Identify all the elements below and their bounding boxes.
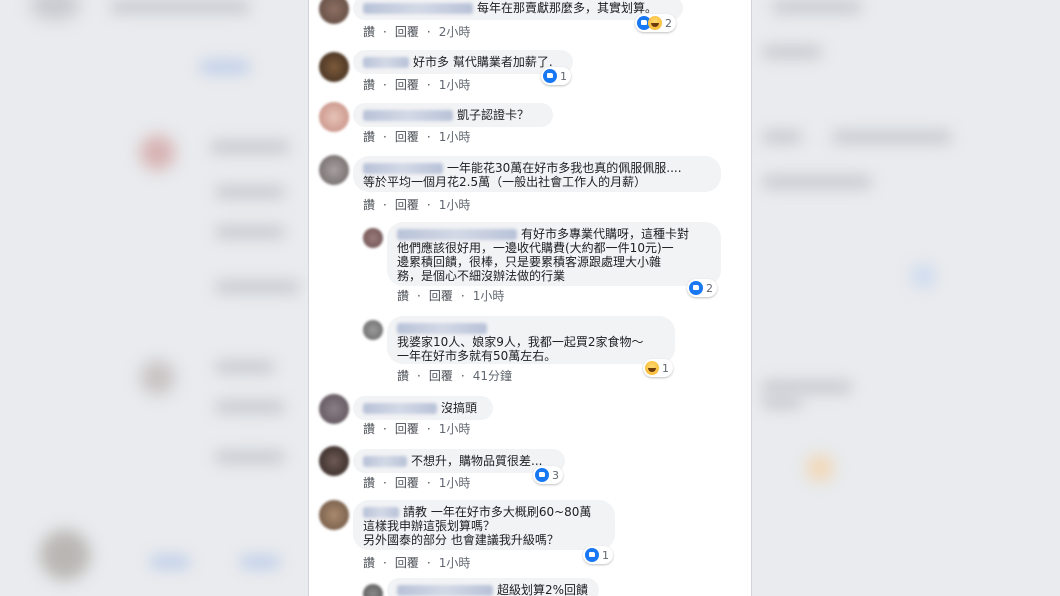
like-icon: [543, 69, 557, 83]
comment-bubble: 請教 一年在好市多大概刷60~80萬 這樣我申辦這張划算嗎？ 另外國泰的部分 也…: [353, 500, 615, 550]
reply-link[interactable]: 回覆: [395, 78, 419, 92]
like-link[interactable]: 讚: [363, 130, 375, 144]
comment-thread-panel: 每年在那賣獻那麼多，其實划算。 讚 · 回覆 · 2小時 2 好市多 幫代購業者加薪了.…: [308, 0, 752, 596]
reaction-count[interactable]: 1: [583, 546, 613, 564]
reaction-count[interactable]: 3: [533, 466, 563, 484]
comment-text-line: 我婆家10人、娘家9人，我都一起買2家食物～: [397, 335, 644, 349]
like-link[interactable]: 讚: [363, 556, 375, 570]
reply-link[interactable]: 回覆: [395, 556, 419, 570]
reply-link[interactable]: 回覆: [395, 25, 419, 39]
like-link[interactable]: 讚: [397, 289, 409, 303]
like-link[interactable]: 讚: [363, 25, 375, 39]
reply-bubble: 有好市多專業代購呀，這種卡對 他們應該很好用，一邊收代購費(大約都一件10元)一…: [387, 222, 721, 286]
like-link[interactable]: 讚: [397, 369, 409, 383]
reply-link[interactable]: 回覆: [395, 476, 419, 490]
comment-text: 不想升，購物品質很差...: [411, 454, 543, 468]
timestamp[interactable]: 2小時: [439, 25, 471, 39]
timestamp[interactable]: 1小時: [439, 556, 471, 570]
comment-bubble: 每年在那賣獻那麼多，其實划算。: [353, 0, 683, 20]
comment-text-line: 這樣我申辦這張划算嗎？: [363, 519, 496, 533]
comment-text: 沒搞頭: [441, 401, 478, 415]
comment-actions: 讚 · 回覆 · 1小時: [397, 289, 505, 303]
reaction-count[interactable]: 1: [643, 359, 673, 377]
comment-actions: 讚 · 回覆 · 1小時: [363, 130, 471, 144]
reply-link[interactable]: 回覆: [429, 369, 453, 383]
timestamp[interactable]: 1小時: [439, 476, 471, 490]
reply-link[interactable]: 回覆: [395, 130, 419, 144]
comment-actions: 讚 · 回覆 · 1小時: [363, 476, 471, 490]
comment-bubble: 沒搞頭: [353, 396, 493, 420]
comment-actions: 讚 · 回覆 · 1小時: [363, 198, 471, 212]
reply-link[interactable]: 回覆: [395, 422, 419, 436]
like-link[interactable]: 讚: [363, 198, 375, 212]
comment-text-line: 務，是個心不細沒辦法做的行業: [397, 269, 566, 283]
timestamp[interactable]: 1小時: [439, 422, 471, 436]
like-icon: [535, 468, 549, 482]
like-link[interactable]: 讚: [363, 476, 375, 490]
timestamp[interactable]: 41分鐘: [473, 369, 512, 383]
reply-link[interactable]: 回覆: [395, 198, 419, 212]
comment-text: 好市多 幫代購業者加薪了.: [413, 55, 553, 69]
comment-text: 超級划算2%回饋: [497, 583, 589, 596]
like-link[interactable]: 讚: [363, 78, 375, 92]
comment-text-line: 有好市多專業代購呀，這種卡對: [521, 227, 690, 241]
avatar[interactable]: [319, 446, 349, 476]
avatar[interactable]: [319, 500, 349, 530]
reply-link[interactable]: 回覆: [429, 289, 453, 303]
avatar[interactable]: [363, 320, 383, 340]
comment-text: 凱子認證卡？: [457, 108, 530, 122]
comment-text-line: 請教 一年在好市多大概刷60~80萬: [403, 505, 592, 519]
blurred-backdrop-right: [752, 0, 1060, 596]
timestamp[interactable]: 1小時: [473, 289, 505, 303]
comment-actions: 讚 · 回覆 · 1小時: [363, 78, 471, 92]
avatar[interactable]: [363, 228, 383, 248]
comment-text-line: 邊累積回饋，很棒，只是要累積客源跟處理大小雜: [397, 255, 662, 269]
blurred-backdrop-left: [0, 0, 308, 596]
like-icon: [689, 281, 703, 295]
haha-icon: [648, 16, 662, 30]
timestamp[interactable]: 1小時: [439, 78, 471, 92]
timestamp[interactable]: 1小時: [439, 130, 471, 144]
comment-bubble: 不想升，購物品質很差...: [353, 449, 565, 473]
comment-text-line: 一年能花30萬在好市多我也真的佩服佩服....: [447, 161, 682, 175]
avatar[interactable]: [319, 394, 349, 424]
reaction-count[interactable]: 1: [541, 67, 571, 85]
reaction-count[interactable]: 2: [687, 279, 717, 297]
like-link[interactable]: 讚: [363, 422, 375, 436]
avatar[interactable]: [319, 52, 349, 82]
comment-actions: 讚 · 回覆 · 2小時: [363, 25, 471, 39]
comment-actions: 讚 · 回覆 · 1小時: [363, 556, 471, 570]
reaction-count[interactable]: 2: [635, 14, 676, 32]
comment-text-line: 一年在好市多就有50萬左右。: [397, 349, 557, 363]
comment-text-line: 他們應該很好用，一邊收代購費(大約都一件10元)一: [397, 241, 674, 255]
avatar[interactable]: [319, 102, 349, 132]
comment-text-line: 另外國泰的部分 也會建議我升級嗎？: [363, 533, 559, 547]
comment-bubble: 凱子認證卡？: [353, 103, 553, 127]
haha-icon: [645, 361, 659, 375]
comment-actions: 讚 · 回覆 · 41分鐘: [397, 369, 512, 383]
comment-bubble: 好市多 幫代購業者加薪了.: [353, 50, 573, 74]
reply-bubble: 超級划算2%回饋: [387, 578, 599, 596]
like-icon: [585, 548, 599, 562]
comment-text-line: 等於平均一個月花2.5萬（一般出社會工作人的月薪）: [363, 175, 647, 189]
comment-actions: 讚 · 回覆 · 1小時: [363, 422, 471, 436]
reply-bubble: 我婆家10人、娘家9人，我都一起買2家食物～ 一年在好市多就有50萬左右。: [387, 316, 675, 364]
avatar[interactable]: [363, 584, 383, 596]
comment-text: 每年在那賣獻那麼多，其實划算。: [477, 1, 658, 15]
avatar[interactable]: [319, 155, 349, 185]
avatar[interactable]: [319, 0, 349, 24]
comment-bubble: 一年能花30萬在好市多我也真的佩服佩服.... 等於平均一個月花2.5萬（一般出…: [353, 156, 721, 192]
timestamp[interactable]: 1小時: [439, 198, 471, 212]
